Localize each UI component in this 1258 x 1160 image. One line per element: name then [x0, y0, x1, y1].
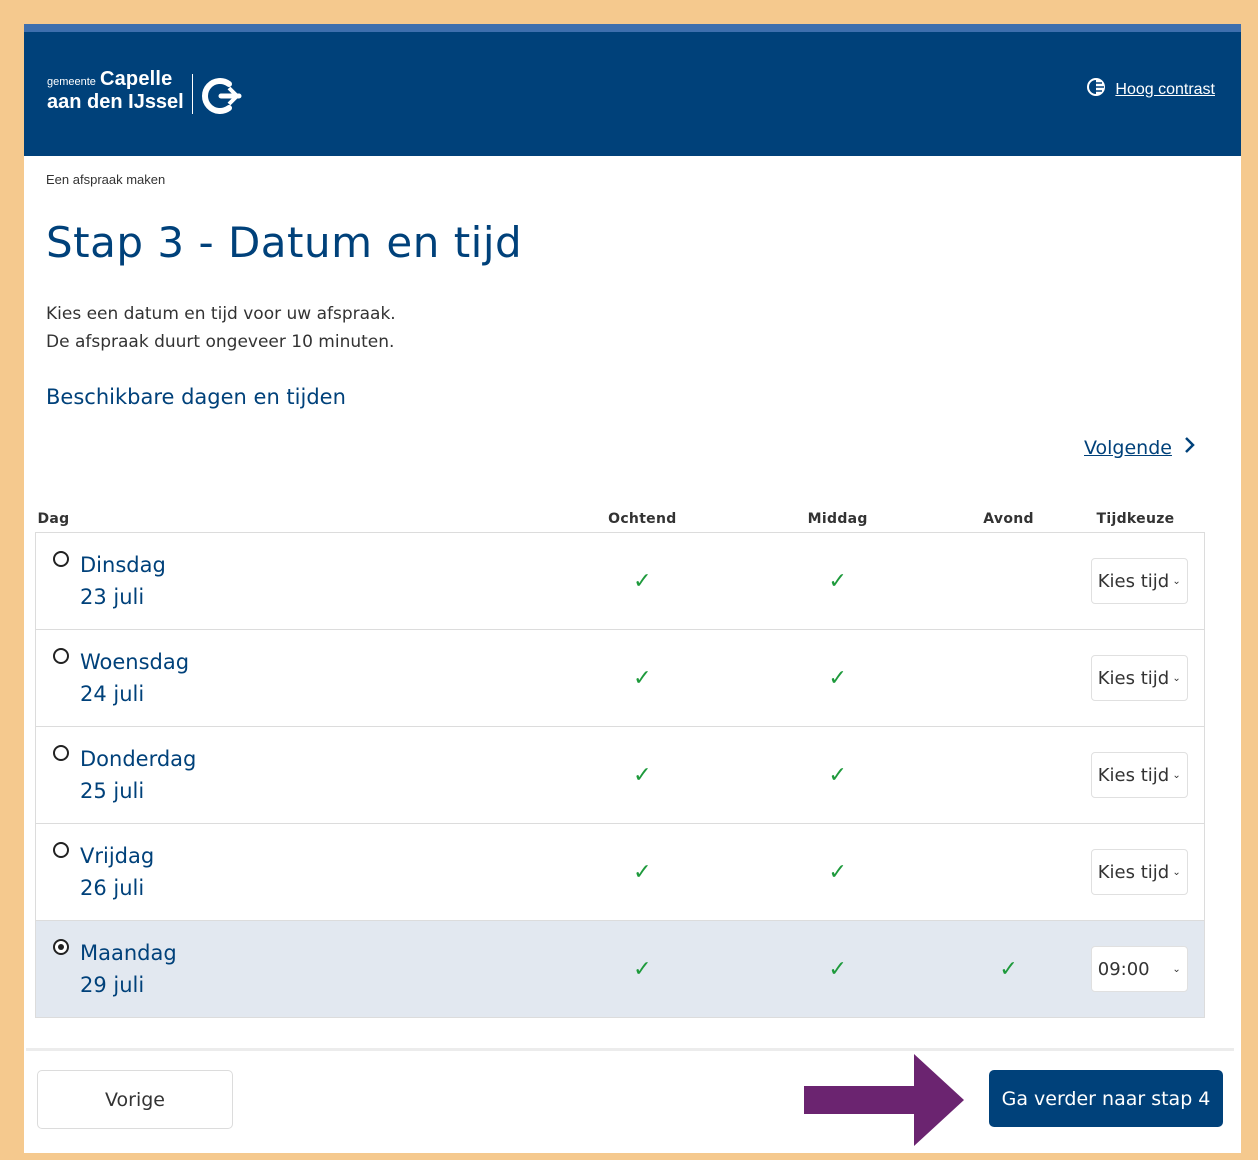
- time-select-value: Kies tijd: [1097, 764, 1170, 786]
- availability-table: Dag Ochtend Middag Avond Tijdkeuze Dinsd…: [34, 506, 1205, 1018]
- header-ochtend: Ochtend: [559, 506, 725, 533]
- site-header: gemeente Capelle aan den IJssel Hoog con…: [24, 32, 1241, 156]
- day-radio[interactable]: [53, 648, 69, 664]
- table-row[interactable]: Dinsdag 23 juli ✓ ✓ Kies tijd ⌄: [34, 532, 1205, 630]
- day-radio[interactable]: [53, 745, 69, 761]
- time-select-value: Kies tijd: [1097, 667, 1170, 689]
- next-week-link[interactable]: Volgende: [1084, 436, 1196, 459]
- day-date: 26 juli: [80, 876, 145, 900]
- header-dag: Dag: [35, 506, 560, 533]
- day-date: 23 juli: [80, 585, 145, 609]
- header-tijdkeuze: Tijdkeuze: [1066, 506, 1205, 533]
- logo-big-text: Capelle: [99, 68, 173, 90]
- previous-button[interactable]: Vorige: [37, 1070, 233, 1129]
- day-radio-checked[interactable]: [53, 939, 69, 955]
- chevron-down-icon: ⌄: [1172, 769, 1181, 781]
- time-select-value: Kies tijd: [1097, 861, 1170, 883]
- day-radio[interactable]: [53, 551, 69, 567]
- day-name: Maandag: [80, 941, 177, 965]
- breadcrumb[interactable]: Een afspraak maken: [46, 172, 165, 187]
- day-name: Vrijdag: [80, 844, 155, 868]
- check-icon: ✓: [633, 859, 652, 885]
- day-name: Donderdag: [80, 747, 197, 771]
- time-select[interactable]: Kies tijd ⌄: [1090, 752, 1188, 798]
- logo-divider: [192, 74, 193, 114]
- chevron-down-icon: ⌄: [1172, 672, 1181, 684]
- logo-line2-text: aan den IJssel: [47, 91, 184, 113]
- time-select-value: Kies tijd: [1097, 570, 1170, 592]
- day-name: Woensdag: [80, 650, 190, 674]
- logo-small-text: gemeente: [47, 76, 96, 88]
- check-icon: ✓: [633, 956, 652, 982]
- page-frame: gemeente Capelle aan den IJssel Hoog con…: [24, 24, 1241, 1153]
- section-title: Beschikbare dagen en tijden: [46, 385, 346, 409]
- next-week-label[interactable]: Volgende: [1084, 437, 1172, 459]
- check-icon: ✓: [633, 665, 652, 691]
- check-icon: ✓: [828, 762, 847, 788]
- check-icon: ✓: [828, 859, 847, 885]
- arrow-right-icon: [804, 1054, 966, 1150]
- header-avond: Avond: [950, 506, 1067, 533]
- check-icon: ✓: [999, 956, 1018, 982]
- intro-line-1: Kies een datum en tijd voor uw afspraak.: [46, 304, 396, 324]
- check-icon: ✓: [828, 956, 847, 982]
- day-date: 24 juli: [80, 682, 145, 706]
- time-select[interactable]: Kies tijd ⌄: [1090, 655, 1188, 701]
- check-icon: ✓: [828, 665, 847, 691]
- table-row[interactable]: Donderdag 25 juli ✓ ✓ Kies tijd ⌄: [34, 726, 1205, 824]
- day-date: 25 juli: [80, 779, 145, 803]
- chevron-down-icon: ⌄: [1172, 575, 1181, 587]
- contrast-icon: [1086, 77, 1106, 102]
- chevron-down-icon: ⌄: [1172, 866, 1181, 878]
- intro-text: Kies een datum en tijd voor uw afspraak.…: [46, 300, 396, 356]
- day-date: 29 juli: [80, 973, 145, 997]
- high-contrast-link[interactable]: Hoog contrast: [1115, 81, 1215, 99]
- check-icon: ✓: [828, 568, 847, 594]
- table-row[interactable]: Woensdag 24 juli ✓ ✓ Kies tijd ⌄: [34, 629, 1205, 727]
- chevron-down-icon: ⌄: [1172, 963, 1181, 975]
- time-select[interactable]: Kies tijd ⌄: [1090, 849, 1188, 895]
- logo-mark-icon: [199, 74, 243, 122]
- high-contrast-toggle[interactable]: Hoog contrast: [1086, 77, 1215, 102]
- table-row[interactable]: Vrijdag 26 juli ✓ ✓ Kies tijd ⌄: [34, 823, 1205, 921]
- time-select[interactable]: 09:00 ⌄: [1090, 946, 1188, 992]
- time-select-value: 09:00: [1097, 958, 1150, 980]
- check-icon: ✓: [633, 762, 652, 788]
- check-icon: ✓: [633, 568, 652, 594]
- top-stripe: [24, 24, 1241, 32]
- continue-button[interactable]: Ga verder naar stap 4: [989, 1070, 1223, 1127]
- table-row-selected[interactable]: Maandag 29 juli ✓ ✓ ✓ 09:00 ⌄: [34, 920, 1205, 1018]
- intro-line-2: De afspraak duurt ongeveer 10 minuten.: [46, 332, 395, 352]
- time-select[interactable]: Kies tijd ⌄: [1090, 558, 1188, 604]
- footer-divider: [26, 1048, 1234, 1051]
- chevron-right-icon: [1184, 436, 1196, 459]
- day-name: Dinsdag: [80, 553, 166, 577]
- page-title: Stap 3 - Datum en tijd: [46, 218, 523, 267]
- municipality-logo[interactable]: gemeente Capelle aan den IJssel: [47, 68, 184, 114]
- header-middag: Middag: [724, 506, 951, 533]
- day-radio[interactable]: [53, 842, 69, 858]
